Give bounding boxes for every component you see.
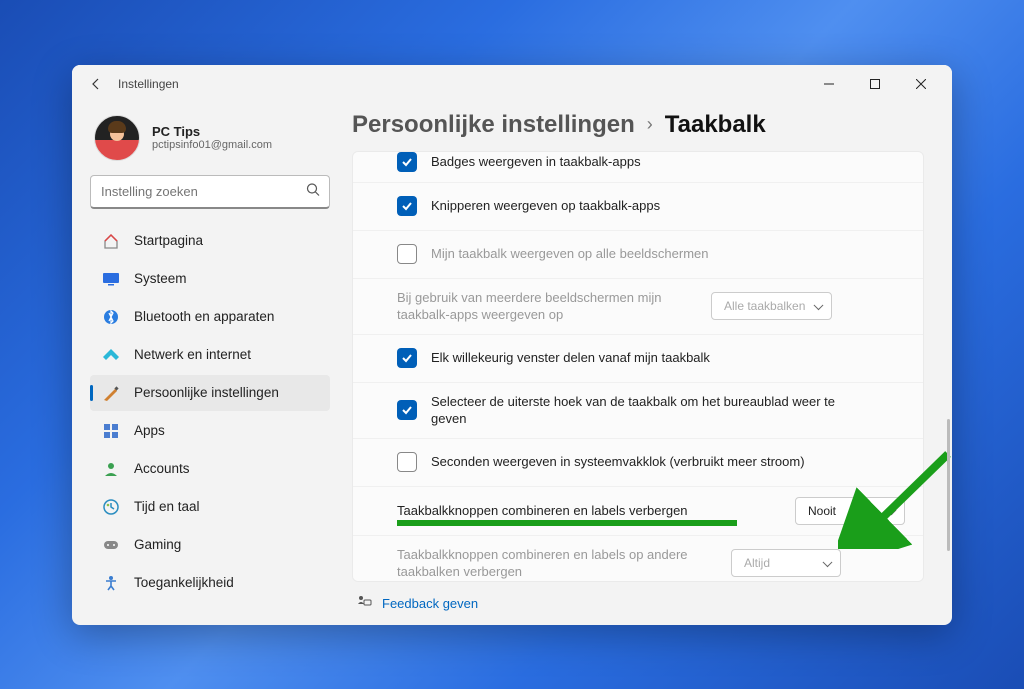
search-icon [306,182,320,201]
sidebar-item-label: Netwerk en internet [134,347,251,362]
setting-label: Badges weergeven in taakbalk-apps [431,153,905,171]
profile[interactable]: PC Tips pctipsinfo01@gmail.com [90,111,330,175]
settings-list: Badges weergeven in taakbalk-apps Knippe… [352,151,924,582]
sidebar-item-gaming[interactable]: Gaming [90,527,330,563]
chevron-right-icon: › [647,114,653,135]
sidebar-item-personalization[interactable]: Persoonlijke instellingen [90,375,330,411]
sidebar-item-label: Apps [134,423,165,438]
dropdown-combine[interactable]: Nooit [795,497,905,525]
sidebar-item-label: Bluetooth en apparaten [134,309,274,324]
setting-multi-display-apps: Bij gebruik van meerdere beeldschermen m… [353,279,923,335]
breadcrumb-current: Taakbalk [665,111,766,139]
titlebar: Instellingen [72,65,952,103]
sidebar-item-bluetooth[interactable]: Bluetooth en apparaten [90,299,330,335]
breadcrumb-parent[interactable]: Persoonlijke instellingen [352,111,635,139]
dropdown-combine-other[interactable]: Altijd [731,549,841,577]
checkbox-share-window[interactable] [397,348,417,368]
settings-window: Instellingen PC Tips pctipsinfo01@gmail.… [72,65,952,625]
sidebar-item-label: Accounts [134,461,190,476]
feedback-icon [356,594,372,613]
profile-email: pctipsinfo01@gmail.com [152,139,272,151]
accessibility-icon [102,574,120,592]
setting-seconds-clock: Seconden weergeven in systeemvakklok (ve… [353,439,923,487]
close-icon [916,79,926,89]
bluetooth-icon [102,308,120,326]
setting-label: Bij gebruik van meerdere beeldschermen m… [397,289,697,324]
setting-label: Seconden weergeven in systeemvakklok (ve… [431,453,905,471]
system-icon [102,270,120,288]
wifi-icon [102,346,120,364]
minimize-icon [824,79,834,89]
home-icon [102,232,120,250]
setting-label: Elk willekeurig venster delen vanaf mijn… [431,349,905,367]
sidebar-item-label: Gaming [134,537,181,552]
window-title: Instellingen [118,77,179,91]
close-button[interactable] [898,65,944,103]
avatar [94,115,140,161]
highlight-annotation [397,520,737,526]
sidebar-item-home[interactable]: Startpagina [90,223,330,259]
setting-label: Taakbalkknoppen combineren en labels ver… [397,502,781,520]
setting-label: Mijn taakbalk weergeven op alle beeldsch… [431,245,905,263]
sidebar-item-apps[interactable]: Apps [90,413,330,449]
sidebar-item-system[interactable]: Systeem [90,261,330,297]
setting-label: Selecteer de uiterste hoek van de taakba… [431,393,861,428]
scrollbar[interactable] [947,419,950,551]
setting-label: Taakbalkknoppen combineren en labels op … [397,546,717,581]
setting-badges: Badges weergeven in taakbalk-apps [353,152,923,183]
sidebar-item-accessibility[interactable]: Toegankelijkheid [90,565,330,601]
personalize-icon [102,384,120,402]
breadcrumb: Persoonlijke instellingen › Taakbalk [342,111,924,151]
setting-all-displays: Mijn taakbalk weergeven op alle beeldsch… [353,231,923,279]
apps-icon [102,422,120,440]
setting-desktop-corner: Selecteer de uiterste hoek van de taakba… [353,383,923,439]
maximize-icon [870,79,880,89]
sidebar: PC Tips pctipsinfo01@gmail.com Startpagi… [72,103,342,625]
maximize-button[interactable] [852,65,898,103]
setting-flashing: Knipperen weergeven op taakbalk-apps [353,183,923,231]
sidebar-item-label: Systeem [134,271,187,286]
checkbox-badges[interactable] [397,152,417,172]
sidebar-item-label: Tijd en taal [134,499,200,514]
sidebar-item-network[interactable]: Netwerk en internet [90,337,330,373]
sidebar-item-time[interactable]: Tijd en taal [90,489,330,525]
sidebar-item-accounts[interactable]: Accounts [90,451,330,487]
gaming-icon [102,536,120,554]
profile-name: PC Tips [152,124,272,139]
sidebar-item-label: Persoonlijke instellingen [134,385,279,400]
setting-combine-other: Taakbalkknoppen combineren en labels op … [353,536,923,582]
setting-label: Knipperen weergeven op taakbalk-apps [431,197,905,215]
sidebar-item-label: Startpagina [134,233,203,248]
checkbox-all-displays[interactable] [397,244,417,264]
accounts-icon [102,460,120,478]
sidebar-item-label: Toegankelijkheid [134,575,234,590]
content-area: Persoonlijke instellingen › Taakbalk Bad… [342,103,952,625]
checkbox-desktop-corner[interactable] [397,400,417,420]
time-icon [102,498,120,516]
arrow-left-icon [89,77,103,91]
dropdown-multi-display[interactable]: Alle taakbalken [711,292,832,320]
feedback-link[interactable]: Feedback geven [342,582,924,613]
search-input[interactable] [90,175,330,209]
feedback-label: Feedback geven [382,596,478,611]
minimize-button[interactable] [806,65,852,103]
nav-list: Startpagina Systeem Bluetooth en apparat… [90,223,330,601]
setting-combine-buttons: Taakbalkknoppen combineren en labels ver… [353,487,923,536]
checkbox-seconds[interactable] [397,452,417,472]
back-button[interactable] [88,76,104,92]
setting-share-window: Elk willekeurig venster delen vanaf mijn… [353,335,923,383]
checkbox-flashing[interactable] [397,196,417,216]
